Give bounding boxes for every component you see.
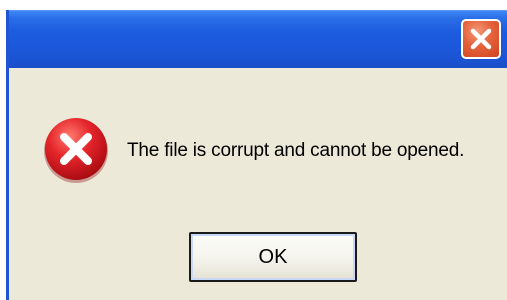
error-dialog-window: The file is corrupt and cannot be opened… bbox=[6, 10, 507, 300]
close-icon bbox=[470, 28, 492, 50]
title-bar[interactable] bbox=[9, 10, 507, 68]
dialog-body: The file is corrupt and cannot be opened… bbox=[9, 68, 507, 300]
ok-button[interactable]: OK bbox=[189, 232, 357, 282]
error-icon bbox=[44, 118, 108, 183]
close-button[interactable] bbox=[461, 19, 501, 59]
error-message: The file is corrupt and cannot be opened… bbox=[127, 140, 465, 161]
